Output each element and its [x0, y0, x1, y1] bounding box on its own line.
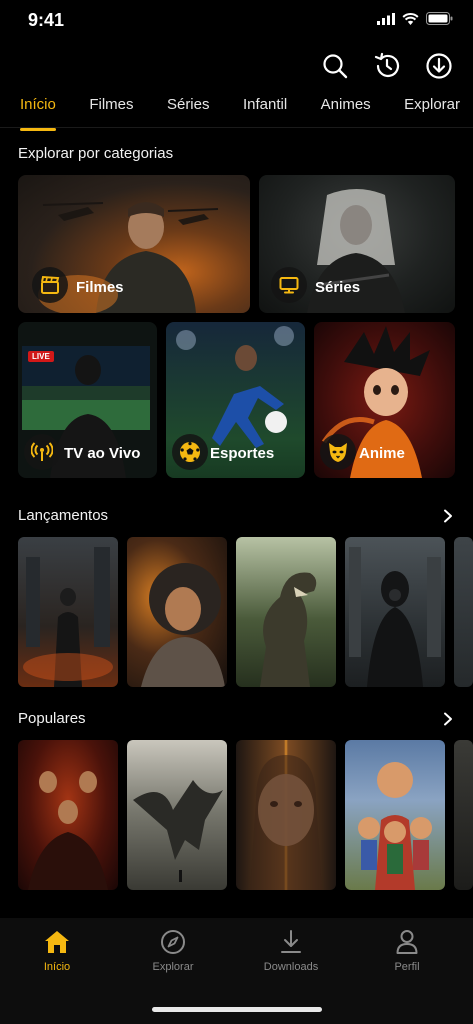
history-button[interactable]	[373, 52, 401, 80]
nav-label-downloads: Downloads	[263, 961, 319, 973]
release-poster-art	[141, 563, 225, 687]
category-card-series[interactable]: Séries	[259, 175, 455, 313]
release-poster[interactable]	[345, 537, 445, 687]
tab-inicio[interactable]: Início	[20, 96, 56, 131]
release-poster[interactable]	[127, 537, 227, 687]
release-poster[interactable]	[236, 537, 336, 687]
category-card-tv-ao-vivo[interactable]: LIVE TV ao Vivo	[18, 322, 157, 478]
releases-title: Lançamentos	[18, 507, 109, 524]
status-time: 9:41	[28, 10, 65, 30]
broadcast-icon-wrap	[24, 434, 60, 470]
user-icon	[396, 930, 418, 954]
popular-poster[interactable]	[236, 740, 336, 890]
cat-mask-icon	[329, 443, 347, 462]
nav-explorar[interactable]: Explorar	[128, 928, 218, 973]
tab-infantil[interactable]: Infantil	[243, 96, 287, 121]
clapperboard-icon-wrap	[32, 267, 68, 303]
soccer-ball-icon	[180, 442, 200, 462]
status-icons	[377, 12, 453, 25]
tab-animes[interactable]: Animes	[321, 96, 371, 121]
popular-poster-art	[28, 771, 108, 890]
popular-poster[interactable]	[18, 740, 118, 890]
compass-icon	[161, 930, 185, 954]
category-label-filmes: Filmes	[76, 279, 124, 296]
signal-icon	[377, 12, 395, 25]
release-poster-art	[260, 572, 317, 687]
category-label-anime: Anime	[359, 445, 405, 462]
battery-icon	[426, 12, 453, 25]
popular-poster-art	[250, 755, 322, 890]
search-icon	[323, 54, 348, 79]
tab-filmes[interactable]: Filmes	[89, 96, 133, 121]
monitor-icon-wrap	[271, 267, 307, 303]
tab-explorar[interactable]: Explorar	[404, 96, 460, 121]
broadcast-icon	[31, 442, 53, 461]
download-icon	[281, 930, 301, 953]
status-bar: 9:41	[0, 0, 473, 44]
release-poster[interactable]	[454, 537, 473, 687]
wifi-icon	[402, 12, 419, 25]
live-badge: LIVE	[28, 351, 54, 362]
tabs-divider	[0, 127, 473, 128]
history-icon	[374, 52, 400, 78]
tab-series[interactable]: Séries	[167, 96, 210, 121]
popular-poster[interactable]	[127, 740, 227, 890]
popular-poster-art	[358, 762, 432, 890]
release-poster[interactable]	[18, 537, 118, 687]
nav-downloads[interactable]: Downloads	[246, 928, 336, 973]
search-button[interactable]	[321, 52, 349, 80]
cat-mask-icon-wrap	[320, 434, 356, 470]
categories-title: Explorar por categorias	[18, 145, 174, 162]
category-label-tv-ao-vivo: TV ao Vivo	[64, 445, 141, 462]
nav-label-perfil: Perfil	[394, 961, 420, 973]
monitor-icon	[279, 277, 299, 294]
category-tabs: Início Filmes Séries Infantil Animes Exp…	[20, 96, 460, 131]
popular-poster[interactable]	[454, 740, 473, 890]
nav-label-inicio: Início	[43, 961, 71, 973]
category-card-esportes[interactable]: Esportes	[166, 322, 305, 478]
popular-chevron-right-icon[interactable]	[441, 712, 455, 726]
nav-inicio[interactable]: Início	[12, 928, 102, 973]
download-icon	[426, 53, 452, 79]
nav-perfil[interactable]: Perfil	[362, 928, 452, 973]
top-actions	[321, 52, 453, 80]
category-card-anime[interactable]: Anime	[314, 322, 455, 478]
nav-label-explorar: Explorar	[152, 961, 194, 973]
release-poster-art	[349, 547, 441, 687]
releases-chevron-right-icon[interactable]	[441, 509, 455, 523]
popular-poster[interactable]	[345, 740, 445, 890]
clapperboard-icon	[41, 275, 60, 294]
download-button[interactable]	[425, 52, 453, 80]
popular-title: Populares	[18, 710, 86, 727]
category-card-filmes[interactable]: Filmes	[18, 175, 250, 313]
category-label-esportes: Esportes	[210, 445, 275, 462]
soccer-ball-icon-wrap	[172, 434, 208, 470]
popular-poster-art	[133, 780, 223, 882]
home-indicator	[152, 1007, 322, 1012]
category-label-series: Séries	[315, 279, 361, 296]
home-icon	[45, 931, 69, 953]
release-poster-art	[23, 547, 113, 687]
